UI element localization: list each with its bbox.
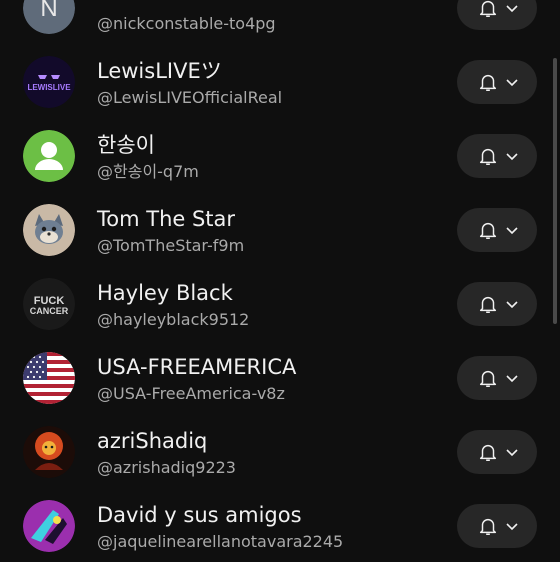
channel-row[interactable]: 한송이 @한송이-q7m: [0, 118, 560, 192]
notification-settings-button[interactable]: [457, 356, 537, 400]
notification-settings-button[interactable]: [457, 60, 537, 104]
bell-icon: [479, 370, 497, 387]
channel-avatar[interactable]: FUCK CANCER: [23, 278, 75, 330]
channel-avatar[interactable]: [23, 500, 75, 552]
chevron-down-icon: [506, 153, 518, 161]
bell-icon: [479, 0, 497, 17]
channel-name[interactable]: 한송이: [97, 132, 155, 158]
chevron-down-icon: [506, 227, 518, 235]
channel-avatar[interactable]: [23, 426, 75, 478]
channel-name[interactable]: USA-FREEAMERICA: [97, 354, 296, 380]
channel-avatar[interactable]: LEWISLIVE: [23, 56, 75, 108]
subscriptions-list: N @nickconstable-to4pg LEWISLIVE LewisLI…: [0, 0, 560, 562]
bell-icon: [479, 148, 497, 165]
channel-handle: @한송이-q7m: [97, 162, 199, 181]
notification-settings-button[interactable]: [457, 0, 537, 30]
channel-handle: @azrishadiq9223: [97, 458, 236, 477]
channel-avatar[interactable]: [23, 352, 75, 404]
channel-row[interactable]: N @nickconstable-to4pg: [0, 0, 560, 44]
channel-avatar[interactable]: [23, 204, 75, 256]
bell-icon: [479, 518, 497, 535]
chevron-down-icon: [506, 5, 518, 13]
channel-name[interactable]: azriShadiq: [97, 428, 207, 454]
svg-text:N: N: [40, 0, 57, 22]
channel-handle: @hayleyblack9512: [97, 310, 250, 329]
channel-name[interactable]: David y sus amigos: [97, 502, 302, 528]
notification-settings-button[interactable]: [457, 208, 537, 252]
channel-handle: @jaquelinearellanotavara2245: [97, 532, 344, 551]
chevron-down-icon: [506, 79, 518, 87]
chevron-down-icon: [506, 523, 518, 531]
channel-handle: @USA-FreeAmerica-v8z: [97, 384, 285, 403]
svg-text:CANCER: CANCER: [30, 306, 69, 316]
channel-handle: @LewisLIVEOfficialReal: [97, 88, 283, 107]
svg-text:LEWISLIVE: LEWISLIVE: [27, 83, 71, 92]
channel-row[interactable]: Tom The Star @TomTheStar-f9m: [0, 192, 560, 266]
channel-row[interactable]: FUCK CANCER Hayley Black @hayleyblack951…: [0, 266, 560, 340]
channel-row[interactable]: azriShadiq @azrishadiq9223: [0, 414, 560, 488]
channel-name[interactable]: Tom The Star: [97, 206, 235, 232]
scrollbar[interactable]: [553, 58, 557, 324]
notification-settings-button[interactable]: [457, 504, 537, 548]
bell-icon: [479, 222, 497, 239]
channel-avatar[interactable]: N: [23, 0, 75, 34]
notification-settings-button[interactable]: [457, 282, 537, 326]
channel-name[interactable]: LewisLIVEツ: [97, 58, 222, 84]
bell-icon: [479, 296, 497, 313]
channel-row[interactable]: USA-FREEAMERICA @USA-FreeAmerica-v8z: [0, 340, 560, 414]
channel-row[interactable]: David y sus amigos @jaquelinearellanotav…: [0, 488, 560, 562]
channel-handle: @TomTheStar-f9m: [97, 236, 245, 255]
notification-settings-button[interactable]: [457, 134, 537, 178]
channel-handle: @nickconstable-to4pg: [97, 14, 276, 33]
channel-name[interactable]: Hayley Black: [97, 280, 233, 306]
chevron-down-icon: [506, 301, 518, 309]
bell-icon: [479, 444, 497, 461]
notification-settings-button[interactable]: [457, 430, 537, 474]
channel-row[interactable]: LEWISLIVE LewisLIVEツ @LewisLIVEOfficialR…: [0, 44, 560, 118]
chevron-down-icon: [506, 375, 518, 383]
chevron-down-icon: [506, 449, 518, 457]
channel-avatar[interactable]: [23, 130, 75, 182]
bell-icon: [479, 74, 497, 91]
